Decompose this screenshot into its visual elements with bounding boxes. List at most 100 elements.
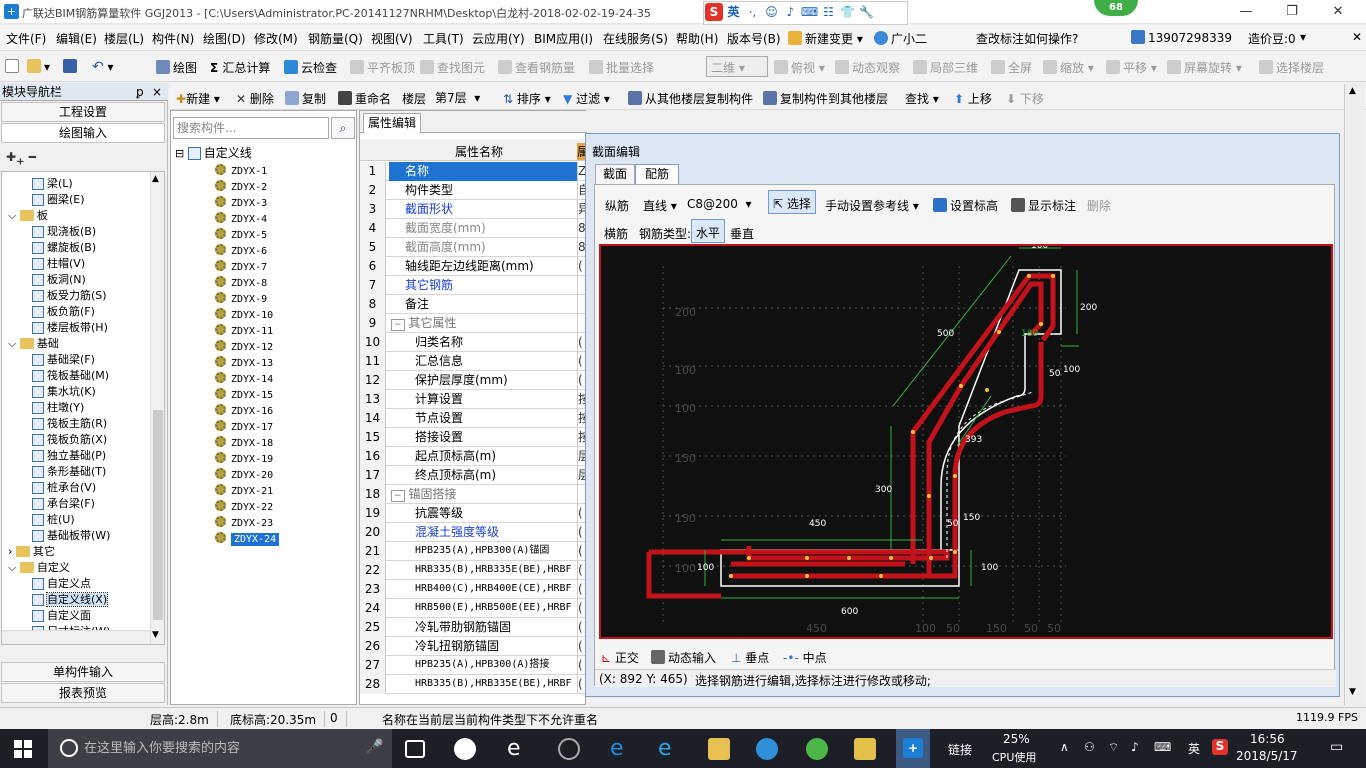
component-item[interactable]: ZDYX-17 — [215, 419, 273, 435]
nav-tree-item[interactable]: 条形基础(T) — [32, 464, 106, 480]
beans-dropdown-icon[interactable]: ▾ — [1300, 30, 1306, 44]
main-scroll-up-icon[interactable]: ▲ — [1349, 86, 1356, 96]
help-question-link[interactable]: 查改标注如何操作? — [976, 30, 1078, 47]
select-floor-button[interactable]: 选择楼层 — [1259, 59, 1324, 76]
perpendicular-button[interactable]: ⊥ 垂点 — [731, 649, 769, 666]
summary-button[interactable]: Σ 汇总计算 — [210, 59, 270, 76]
tree-scroll-thumb[interactable] — [153, 410, 163, 620]
menu-draw[interactable]: 绘图(D) — [203, 30, 246, 47]
batch-select-button[interactable]: 批量选择 — [589, 59, 654, 76]
component-item[interactable]: ZDYX-7 — [215, 259, 267, 275]
component-item[interactable]: ZDYX-24 — [215, 531, 280, 547]
menu-component[interactable]: 构件(N) — [152, 30, 194, 47]
notes-icon[interactable] — [854, 738, 876, 760]
cortana-icon[interactable] — [60, 739, 78, 757]
nav-tree-item[interactable]: 独立基础(P) — [32, 448, 106, 464]
ime-lang[interactable]: 英 — [724, 2, 743, 22]
tree-h-scrollbar[interactable] — [2, 630, 150, 644]
pin-icon[interactable]: ꝑ — [136, 83, 144, 101]
edge-icon[interactable]: e — [610, 738, 632, 760]
people-icon[interactable]: ⚇ — [1084, 740, 1095, 754]
property-row[interactable]: 2构件类型自 — [360, 181, 587, 200]
section-drawing[interactable]: 200 100 100 150 150 100 450 100 50 150 5… — [601, 241, 1331, 637]
ime-toolbox-icon[interactable]: ☷ — [819, 2, 838, 22]
vertical-type-button[interactable]: 垂直 — [730, 225, 754, 242]
menu-modify[interactable]: 修改(M) — [254, 30, 298, 47]
component-item[interactable]: ZDYX-13 — [215, 355, 273, 371]
component-item[interactable]: ZDYX-20 — [215, 467, 273, 483]
rename-button[interactable]: 重命名 — [338, 90, 391, 107]
property-row[interactable]: 16起点顶标高(m)层 — [360, 447, 587, 466]
property-row[interactable]: 23 HRB400(C),HRB400E(CE),HRBF( — [360, 580, 587, 599]
expand-icon[interactable]: › — [8, 545, 12, 558]
report-preview-button[interactable]: 报表预览 — [1, 683, 165, 703]
ime-emoji-icon[interactable]: ☺ — [762, 2, 781, 22]
project-settings-button[interactable]: 工程设置 — [1, 102, 165, 122]
property-row[interactable]: 15搭接设置按 — [360, 428, 587, 447]
user-account[interactable]: 13907298339 — [1131, 30, 1232, 45]
nav-tree-item[interactable]: 板负筋(F) — [32, 304, 95, 320]
cloud-check-button[interactable]: 云检查 — [284, 59, 337, 76]
property-row[interactable]: 6 轴线距左边线距离(mm)( — [360, 257, 587, 276]
nav-tree-item[interactable]: 筏板主筋(R) — [32, 416, 107, 432]
main-scroll-down-icon[interactable]: ▼ — [1349, 687, 1356, 697]
component-item[interactable]: ZDYX-11 — [215, 323, 273, 339]
menu-bim[interactable]: BIM应用(I) — [534, 30, 593, 47]
component-item[interactable]: ZDYX-23 — [215, 515, 273, 531]
set-elevation-button[interactable]: 设置标高 — [933, 197, 998, 214]
dynamic-input-button[interactable]: 动态输入 — [651, 649, 716, 666]
menu-close-icon[interactable]: ✕ — [1352, 30, 1362, 44]
nav-tree-item[interactable]: 筏板基础(M) — [32, 368, 109, 384]
rebar-spec-select[interactable]: C8@200 ▾ — [687, 197, 752, 211]
tab-property-edit[interactable]: 属性编辑 — [363, 113, 421, 133]
component-item[interactable]: ZDYX-2 — [215, 179, 267, 195]
property-row[interactable]: 1 名称 Z — [360, 162, 587, 181]
keyboard-icon[interactable]: ⌨ — [1154, 740, 1171, 754]
ie-browser-icon[interactable]: e — [507, 738, 529, 760]
filter-button[interactable]: ▼ 过滤 ▾ — [563, 90, 610, 107]
copy-component-button[interactable]: 复制 — [285, 90, 326, 107]
property-row[interactable]: 7 其它钢筋 — [360, 276, 587, 295]
component-item[interactable]: ZDYX-16 — [215, 403, 273, 419]
ime-skin-icon[interactable]: 👕 — [838, 2, 857, 22]
nav-tree-item[interactable]: 承台梁(F) — [32, 496, 95, 512]
component-item[interactable]: ZDYX-8 — [215, 275, 267, 291]
nav-tree-item[interactable]: 自定义面 — [32, 608, 91, 624]
file-explorer-icon[interactable] — [708, 738, 730, 760]
new-change-button[interactable]: 新建变更 ▾ — [788, 30, 863, 47]
score-badge[interactable]: 68 — [1094, 0, 1138, 16]
find-element-button[interactable]: 查找图元 — [420, 59, 485, 76]
collapse-icon[interactable]: ⌵ — [8, 209, 16, 222]
nav-tree-item[interactable]: › 其它 — [8, 544, 55, 560]
nav-tree-item[interactable]: ⌵ 板 — [8, 208, 48, 224]
view-rebar-button[interactable]: 查看钢筋量 — [498, 59, 575, 76]
component-item[interactable]: ZDYX-5 — [215, 227, 267, 243]
ortho-button[interactable]: ⊾ 正交 — [601, 649, 639, 666]
screen-rotate-button[interactable]: 屏幕旋转 ▾ — [1167, 59, 1242, 76]
show-dims-button[interactable]: 显示标注 — [1011, 197, 1076, 214]
component-item[interactable]: ZDYX-18 — [215, 435, 273, 451]
tray-expand-icon[interactable]: ∧ — [1060, 740, 1069, 754]
property-row[interactable]: 26 冷轧扭钢筋锚固( — [360, 637, 587, 656]
menu-edit[interactable]: 编辑(E) — [56, 30, 97, 47]
volume-icon[interactable]: ♪ — [1131, 740, 1139, 754]
green-app-icon[interactable] — [806, 738, 828, 760]
copy-to-floor-button[interactable]: 复制构件到其他楼层 — [763, 90, 888, 107]
transverse-rebar-button[interactable]: 横筋 — [604, 225, 628, 242]
microphone-icon[interactable]: 🎤 — [366, 739, 383, 755]
component-item[interactable]: ZDYX-14 — [215, 371, 273, 387]
close-button[interactable]: ✕ — [1318, 2, 1358, 22]
collapse-icon[interactable]: ⌵ — [8, 337, 16, 350]
menu-cloud[interactable]: 云应用(Y) — [472, 30, 525, 47]
move-up-button[interactable]: ⬆ 上移 — [954, 90, 992, 107]
menu-help[interactable]: 帮助(H) — [676, 30, 718, 47]
dynamic-view-button[interactable]: 动态观察 — [835, 59, 900, 76]
component-search-input[interactable]: 搜索构件... — [173, 117, 329, 139]
link-toolbar[interactable]: 链接 — [948, 741, 972, 758]
minimize-button[interactable]: — — [1226, 2, 1266, 22]
select-tool-button[interactable]: ⇱ 选择 — [768, 190, 816, 214]
view-mode-select[interactable]: 二维 ▾ — [706, 56, 768, 77]
sogou-tray-icon[interactable]: S — [1212, 739, 1228, 755]
input-lang-indicator[interactable]: 英 — [1188, 740, 1200, 757]
ime-punct-icon[interactable]: ·, — [743, 2, 762, 22]
